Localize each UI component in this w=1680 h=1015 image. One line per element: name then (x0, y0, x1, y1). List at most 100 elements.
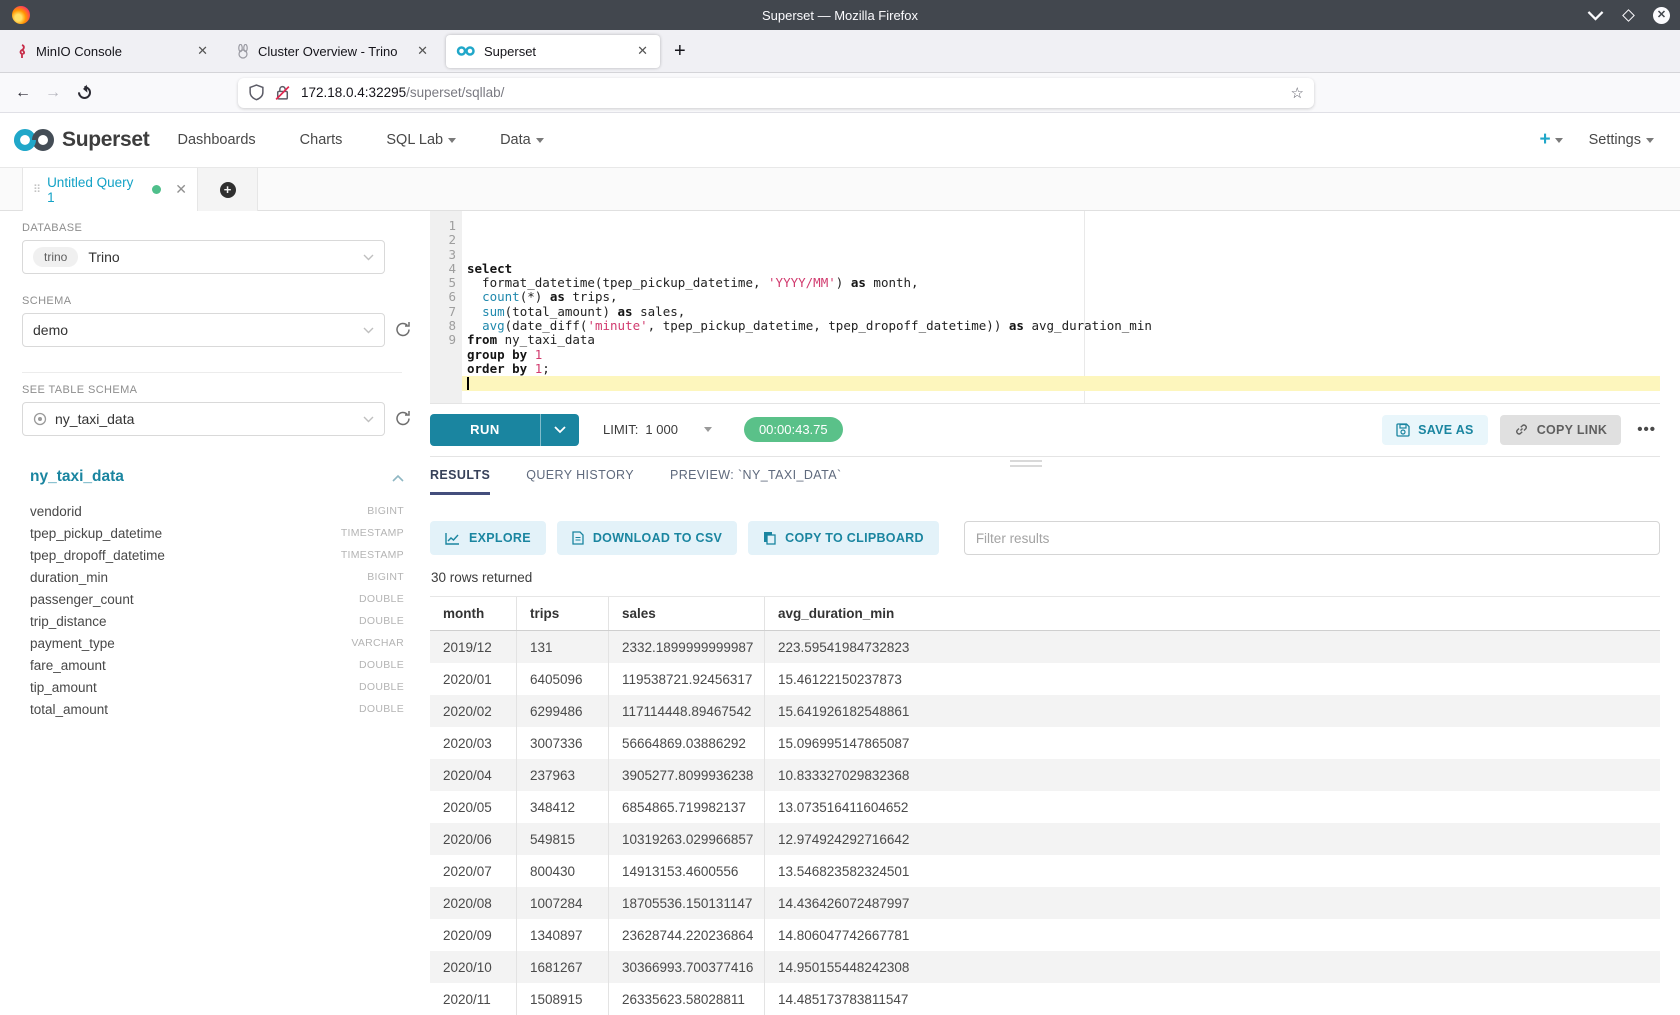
refresh-table-icon[interactable] (394, 409, 412, 428)
code-line[interactable] (462, 376, 1660, 390)
browser-tab-trino[interactable]: Cluster Overview - Trino ✕ (226, 35, 440, 68)
table-icon (33, 412, 47, 426)
browser-tab-minio[interactable]: MinIO Console ✕ (6, 35, 220, 68)
table-cell: 2020/09 (430, 919, 517, 951)
window-minimize-icon[interactable] (1587, 7, 1604, 24)
table-row[interactable]: 2020/09134089723628744.22023686414.80604… (430, 919, 1660, 951)
column-name: passenger_count (30, 592, 134, 607)
query-tab-untitled[interactable]: ⠿ Untitled Query 1 ✕ (22, 168, 198, 211)
schema-column-row[interactable]: tip_amountDOUBLE (30, 676, 404, 698)
table-row[interactable]: 2019/121312332.1899999999987223.59541984… (430, 631, 1660, 663)
code-line[interactable]: group by 1 (462, 348, 1660, 362)
chevron-down-icon (363, 416, 374, 423)
code-line[interactable]: sum(total_amount) as sales, (462, 305, 1660, 319)
drag-grip-icon[interactable]: ⠿ (33, 185, 40, 195)
superset-logo[interactable]: Superset (12, 128, 149, 152)
explore-button[interactable]: EXPLORE (430, 521, 546, 555)
table-row[interactable]: 2020/0780043014913153.460055613.54682358… (430, 855, 1660, 887)
refresh-schema-icon[interactable] (394, 320, 412, 339)
query-tab-close-icon[interactable]: ✕ (175, 181, 187, 198)
settings-menu[interactable]: Settings (1589, 132, 1654, 148)
column-name: trip_distance (30, 614, 107, 629)
code-line[interactable]: avg(date_diff('minute', tpep_pickup_date… (462, 319, 1660, 333)
tab-close-icon[interactable]: ✕ (415, 43, 430, 59)
table-title[interactable]: ny_taxi_data (30, 468, 124, 486)
run-options-button[interactable] (540, 414, 579, 446)
table-row[interactable]: 2020/08100728418705536.15013114714.43642… (430, 887, 1660, 919)
editor-code[interactable]: select format_datetime(tpep_pickup_datet… (462, 211, 1660, 403)
lock-insecure-icon[interactable] (274, 84, 291, 101)
tab-query-history[interactable]: QUERY HISTORY (526, 468, 634, 495)
table-row[interactable]: 2020/03300733656664869.0388629215.096995… (430, 727, 1660, 759)
column-header[interactable]: avg_duration_min (765, 597, 1660, 630)
schema-column-row[interactable]: payment_typeVARCHAR (30, 632, 404, 654)
code-line[interactable]: select (462, 262, 1660, 276)
nav-charts[interactable]: Charts (300, 132, 343, 148)
table-row[interactable]: 2020/0654981510319263.02996685712.974924… (430, 823, 1660, 855)
column-header[interactable]: month (430, 597, 517, 630)
run-split-button[interactable]: RUN (430, 414, 579, 446)
run-button[interactable]: RUN (430, 414, 540, 446)
sql-editor[interactable]: 123456789 select format_datetime(tpep_pi… (430, 211, 1660, 403)
tab-preview[interactable]: PREVIEW: `NY_TAXI_DATA` (670, 468, 842, 495)
schema-select[interactable]: demo (22, 313, 385, 347)
limit-dropdown[interactable]: LIMIT: 1 000 (603, 422, 712, 437)
schema-column-row[interactable]: tpep_dropoff_datetimeTIMESTAMP (30, 544, 404, 566)
schema-column-row[interactable]: fare_amountDOUBLE (30, 654, 404, 676)
download-csv-button[interactable]: DOWNLOAD TO CSV (557, 521, 737, 555)
tab-results[interactable]: RESULTS (430, 468, 490, 495)
schema-column-row[interactable]: duration_minBIGINT (30, 566, 404, 588)
url-field[interactable]: 172.18.0.4:32295/superset/sqllab/ ☆ (238, 78, 1314, 108)
code-line[interactable]: count(*) as trips, (462, 290, 1660, 304)
browser-titlebar: Superset — Mozilla Firefox ✕ (0, 0, 1680, 30)
schema-column-row[interactable]: passenger_countDOUBLE (30, 588, 404, 610)
bookmark-star-icon[interactable]: ☆ (1291, 84, 1304, 102)
code-line[interactable]: order by 1; (462, 362, 1660, 376)
query-tab-label: Untitled Query 1 (47, 175, 144, 205)
copy-link-button[interactable]: COPY LINK (1500, 415, 1622, 445)
reload-icon[interactable] (75, 83, 93, 101)
shield-icon[interactable] (248, 84, 265, 101)
code-line[interactable]: format_datetime(tpep_pickup_datetime, 'Y… (462, 276, 1660, 290)
table-row[interactable]: 2020/016405096119538721.9245631715.46122… (430, 663, 1660, 695)
save-as-button[interactable]: SAVE AS (1382, 415, 1488, 445)
window-close-icon[interactable]: ✕ (1653, 7, 1670, 24)
schema-column-row[interactable]: vendoridBIGINT (30, 500, 404, 522)
table-cell: 2020/04 (430, 759, 517, 791)
collapse-table-icon[interactable] (392, 474, 404, 482)
tab-close-icon[interactable]: ✕ (635, 43, 650, 59)
schema-column-row[interactable]: total_amountDOUBLE (30, 698, 404, 720)
forward-icon[interactable]: → (38, 84, 68, 102)
schema-column-row[interactable]: tpep_pickup_datetimeTIMESTAMP (30, 522, 404, 544)
column-header[interactable]: trips (517, 597, 609, 630)
code-line[interactable]: from ny_taxi_data (462, 333, 1660, 347)
nav-sql-lab[interactable]: SQL Lab (386, 132, 456, 148)
results-table[interactable]: monthtripssalesavg_duration_min2019/1213… (430, 596, 1660, 1015)
pane-drag-handle[interactable] (1010, 460, 1042, 470)
browser-tab-superset[interactable]: Superset ✕ (446, 35, 660, 68)
table-row[interactable]: 2020/042379633905277.809993623810.833327… (430, 759, 1660, 791)
new-tab-button[interactable]: + (674, 40, 686, 63)
new-item-button[interactable]: + (1539, 129, 1562, 151)
nav-dashboards[interactable]: Dashboards (177, 132, 255, 148)
add-query-tab-button[interactable]: + (198, 168, 258, 211)
table-cell: 3007336 (517, 727, 609, 759)
column-header[interactable]: sales (609, 597, 765, 630)
table-row[interactable]: 2020/11150891526335623.5802881114.485173… (430, 983, 1660, 1015)
table-row[interactable]: 2020/10168126730366993.70037741614.95015… (430, 951, 1660, 983)
editor-toolbar: RUN LIMIT: 1 000 00:00:43.75 SAVE AS COP… (430, 403, 1660, 455)
table-schema-select[interactable]: ny_taxi_data (22, 402, 385, 436)
tab-label: Superset (484, 44, 635, 59)
filter-results-input[interactable] (964, 521, 1660, 555)
table-row[interactable]: 2020/026299486117114448.8946754215.64192… (430, 695, 1660, 727)
table-cell: 2019/12 (430, 631, 517, 663)
tab-close-icon[interactable]: ✕ (195, 43, 210, 59)
database-select[interactable]: trino Trino (22, 240, 385, 274)
window-maximize-icon[interactable] (1622, 9, 1635, 22)
more-actions-button[interactable]: ••• (1633, 421, 1660, 438)
copy-clipboard-button[interactable]: COPY TO CLIPBOARD (748, 521, 939, 555)
schema-column-row[interactable]: trip_distanceDOUBLE (30, 610, 404, 632)
nav-data[interactable]: Data (500, 132, 544, 148)
back-icon[interactable]: ← (8, 84, 38, 102)
table-row[interactable]: 2020/053484126854865.71998213713.0735164… (430, 791, 1660, 823)
